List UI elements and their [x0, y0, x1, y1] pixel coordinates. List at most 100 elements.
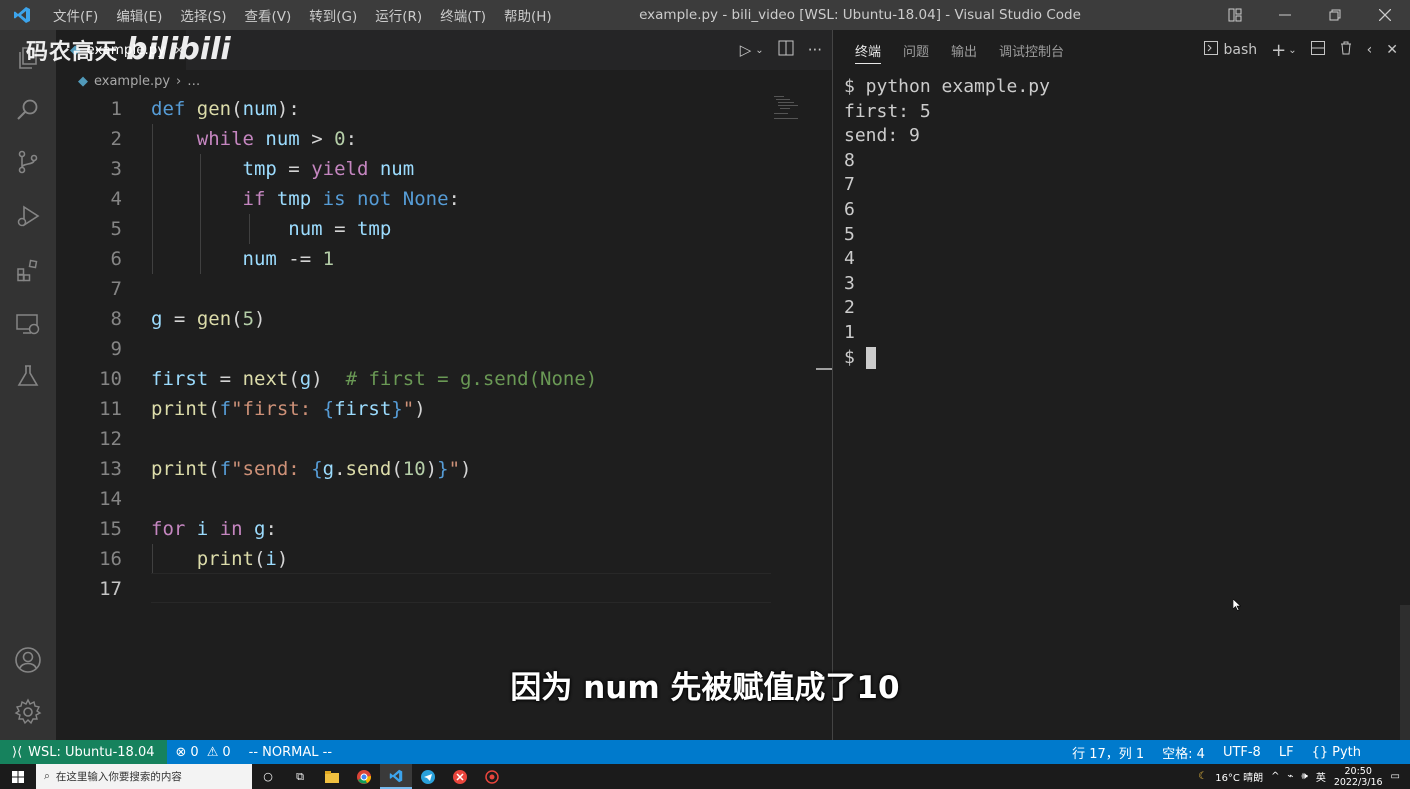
- braces-icon: {}: [1311, 744, 1329, 760]
- layout-icon[interactable]: [1210, 0, 1260, 30]
- split-editor-icon[interactable]: [778, 40, 794, 60]
- minimap[interactable]: [772, 94, 816, 124]
- terminal-prompt: $: [844, 346, 866, 368]
- terminal-dropdown-icon[interactable]: ⌄: [1288, 45, 1296, 56]
- tray-chevron-icon[interactable]: ^: [1271, 771, 1279, 782]
- breadcrumb-python-icon: ◆: [78, 74, 88, 89]
- encoding[interactable]: UTF-8: [1214, 745, 1270, 760]
- cortana-icon[interactable]: ○: [252, 764, 284, 789]
- chevron-left-icon[interactable]: ‹: [1367, 42, 1373, 58]
- terminal-shell-icon: [1203, 41, 1218, 59]
- code-line: 12: [99, 428, 122, 450]
- tab-debug-console[interactable]: 调试控制台: [977, 30, 1064, 70]
- breadcrumb-rest[interactable]: …: [187, 74, 200, 89]
- run-dropdown-icon[interactable]: ⌄: [755, 45, 763, 56]
- language-mode[interactable]: {} Pyth: [1303, 745, 1370, 760]
- terminal-line: 5: [844, 223, 855, 245]
- watermark-author: 码农高天: [26, 39, 119, 65]
- run-file-icon[interactable]: ▷: [740, 41, 752, 59]
- code-line: 5 num = tmp: [110, 218, 392, 240]
- minimize-icon[interactable]: [1260, 0, 1310, 30]
- remote-explorer-icon[interactable]: [0, 300, 56, 348]
- terminal-line: 1: [844, 321, 855, 343]
- screen-recorder-icon[interactable]: [476, 764, 508, 789]
- clock-date: 2022/3/16: [1333, 776, 1383, 788]
- menu-selection[interactable]: 选择(S): [171, 5, 235, 25]
- activity-bar: [0, 30, 56, 740]
- terminal-line: 6: [844, 198, 855, 220]
- tab-terminal[interactable]: 终端: [833, 30, 882, 70]
- search-icon[interactable]: [0, 86, 56, 134]
- code-line: 1 def gen(num):: [110, 98, 300, 120]
- extensions-icon[interactable]: [0, 246, 56, 294]
- vim-mode: -- NORMAL --: [248, 744, 333, 760]
- menu-run[interactable]: 运行(R): [366, 5, 431, 25]
- code-line: 4 if tmp is not None:: [110, 188, 460, 210]
- terminal-output[interactable]: $ python example.py first: 5 send: 9 8 7…: [844, 75, 1050, 370]
- tab-problems[interactable]: 问题: [881, 30, 929, 70]
- problems-status[interactable]: ⊗ 0 ⚠ 0: [167, 745, 240, 760]
- code-line: 7: [110, 278, 122, 300]
- terminal-panel: 终端 问题 输出 调试控制台 bash + ⌄ ‹ ✕ $ python exa…: [833, 30, 1410, 740]
- taskbar-search-box[interactable]: ⌕ 在这里输入你要搜索的内容: [36, 764, 252, 789]
- notification-icon[interactable]: ▭: [1391, 771, 1400, 782]
- menu-help[interactable]: 帮助(H): [495, 5, 561, 25]
- code-line: 16 print(i): [99, 548, 289, 570]
- breadcrumb-file[interactable]: example.py: [94, 74, 170, 89]
- terminal-line: 7: [844, 174, 855, 196]
- kill-terminal-trash-icon[interactable]: [1339, 41, 1353, 59]
- new-terminal-icon[interactable]: +: [1271, 40, 1286, 61]
- menu-go[interactable]: 转到(G): [300, 5, 366, 25]
- code-editor[interactable]: 1 def gen(num): 2 while num > 0: 3 tmp = …: [56, 94, 776, 604]
- end-of-line[interactable]: LF: [1270, 745, 1303, 760]
- remote-label: WSL: Ubuntu-18.04: [28, 744, 155, 760]
- menu-bar: 文件(F) 编辑(E) 选择(S) 查看(V) 转到(G) 运行(R) 终端(T…: [44, 0, 561, 30]
- chrome-icon[interactable]: [348, 764, 380, 789]
- mouse-pointer-icon: [1232, 596, 1242, 615]
- terminal-line: send: 9: [844, 125, 920, 147]
- remote-indicator[interactable]: ⟩⟨ WSL: Ubuntu-18.04: [0, 740, 167, 764]
- clock-time: 20:50: [1344, 765, 1372, 777]
- menu-edit[interactable]: 编辑(E): [107, 5, 171, 25]
- code-line: 9: [110, 338, 122, 360]
- tab-output[interactable]: 输出: [929, 30, 977, 70]
- breadcrumb: ◆ example.py › …: [78, 74, 200, 89]
- close-panel-icon[interactable]: ✕: [1386, 42, 1398, 58]
- tray-volume-icon[interactable]: 🕪: [1302, 771, 1308, 782]
- restore-icon[interactable]: [1310, 0, 1360, 30]
- source-control-icon[interactable]: [0, 138, 56, 186]
- vscode-taskbar-icon[interactable]: [380, 764, 412, 789]
- terminal-shell-name[interactable]: bash: [1224, 42, 1258, 58]
- windows-start-icon[interactable]: [2, 764, 34, 789]
- error-count: 0: [190, 744, 199, 760]
- tray-network-icon[interactable]: ⌁: [1287, 771, 1293, 782]
- close-icon[interactable]: [1360, 0, 1410, 30]
- menu-terminal[interactable]: 终端(T): [431, 5, 495, 25]
- weather-text[interactable]: 16°C 晴朗: [1215, 769, 1263, 784]
- code-line: 14: [99, 488, 122, 510]
- terminal-prompt-line: $: [844, 346, 1050, 371]
- cursor-position[interactable]: 行 17，列 1: [1063, 743, 1153, 762]
- app-red-icon[interactable]: [444, 764, 476, 789]
- error-icon: ⊗: [175, 744, 187, 760]
- testing-icon[interactable]: [0, 352, 56, 400]
- taskbar-clock[interactable]: 20:50 2022/3/16: [1334, 766, 1383, 788]
- status-bar: ⟩⟨ WSL: Ubuntu-18.04 ⊗ 0 ⚠ 0 -- NORMAL -…: [0, 740, 1410, 764]
- warning-icon: ⚠: [206, 744, 219, 760]
- telegram-icon[interactable]: [412, 764, 444, 789]
- editor-group: ◆ example.py × ▷ ⌄ ··· ◆ example.py › … …: [56, 30, 832, 740]
- terminal-line: 3: [844, 272, 855, 294]
- run-debug-icon[interactable]: [0, 192, 56, 240]
- indentation[interactable]: 空格: 4: [1153, 743, 1214, 762]
- input-method[interactable]: 英: [1316, 769, 1326, 784]
- terminal-line: first: 5: [844, 100, 931, 122]
- breadcrumb-chevron-icon: ›: [176, 74, 182, 89]
- task-view-icon[interactable]: ⧉: [284, 764, 316, 789]
- split-terminal-icon[interactable]: [1310, 41, 1325, 59]
- more-actions-icon[interactable]: ···: [808, 41, 822, 59]
- code-line: 3 tmp = yield num: [110, 158, 415, 180]
- menu-view[interactable]: 查看(V): [236, 5, 301, 25]
- file-explorer-icon[interactable]: [316, 764, 348, 789]
- menu-file[interactable]: 文件(F): [44, 5, 107, 25]
- code-line: 10 first = next(g) # first = g.send(None): [99, 368, 598, 390]
